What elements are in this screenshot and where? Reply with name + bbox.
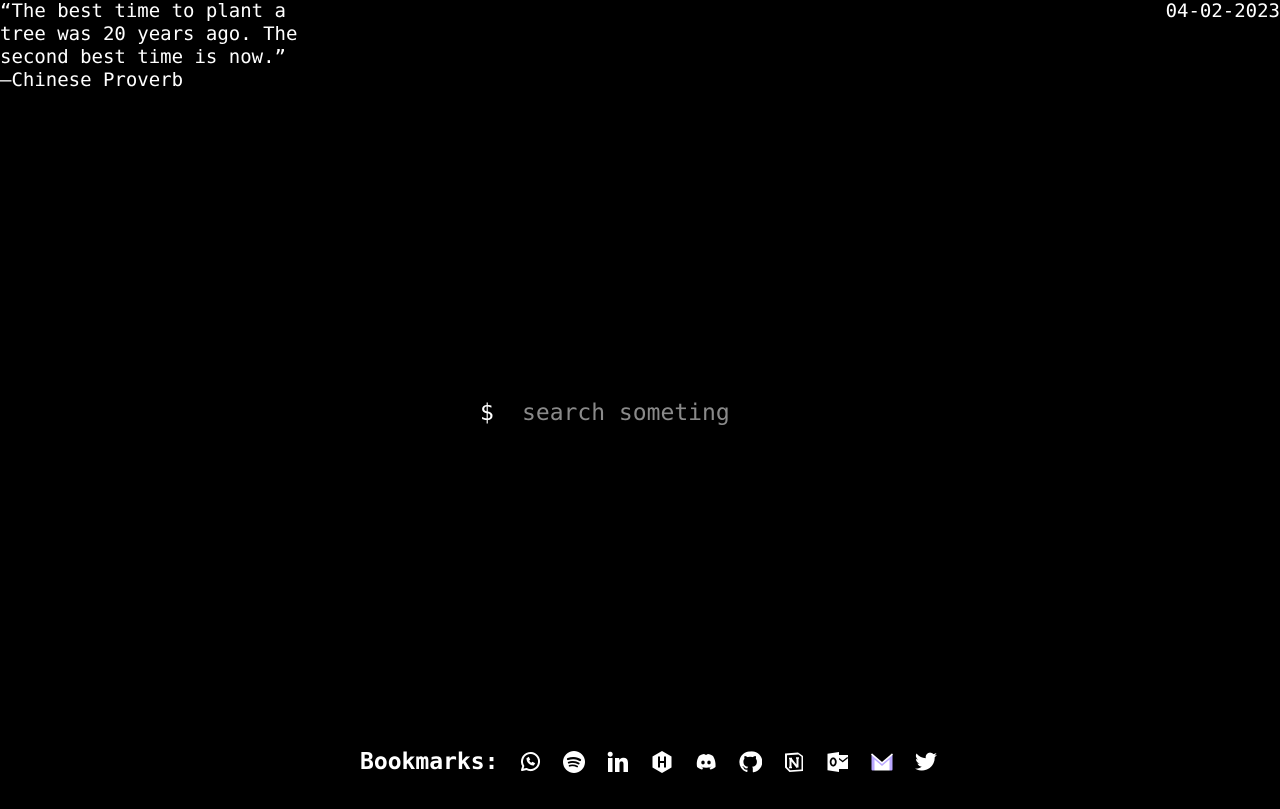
bookmark-whatsapp[interactable]	[508, 744, 552, 780]
bookmark-notion[interactable]	[772, 744, 816, 780]
linkedin-icon	[608, 751, 629, 772]
whatsapp-icon	[521, 752, 541, 771]
prompt-symbol: $	[480, 400, 494, 426]
quote-author: —Chinese Proverb	[0, 69, 184, 91]
start-page: “The best time to plant a tree was 20 ye…	[0, 0, 1280, 809]
bookmarks-label: Bookmarks:	[360, 749, 499, 775]
quote-block: “The best time to plant a tree was 20 ye…	[0, 0, 310, 92]
twitter-icon	[915, 752, 938, 771]
current-date: 04-02-2023	[1165, 0, 1280, 22]
notion-icon	[785, 752, 804, 772]
bookmark-twitter[interactable]	[904, 744, 948, 780]
bookmark-hackerrank[interactable]	[640, 744, 684, 780]
proton-mail-icon	[871, 753, 894, 771]
bookmark-discord[interactable]	[684, 744, 728, 780]
bookmark-outlook[interactable]	[816, 744, 860, 780]
bookmarks-bar: Bookmarks:	[360, 742, 948, 782]
github-icon	[739, 751, 763, 773]
bookmark-github[interactable]	[728, 744, 772, 780]
search-input[interactable]	[522, 400, 842, 426]
bookmark-linkedin[interactable]	[596, 744, 640, 780]
bookmark-spotify[interactable]	[552, 744, 596, 780]
discord-icon	[697, 754, 717, 770]
quote-text: “The best time to plant a tree was 20 ye…	[0, 0, 298, 68]
hackerrank-icon	[652, 751, 672, 773]
bookmark-proton-mail[interactable]	[860, 744, 904, 780]
spotify-icon	[563, 751, 586, 773]
search-bar: $	[480, 396, 842, 430]
outlook-icon	[827, 752, 849, 772]
